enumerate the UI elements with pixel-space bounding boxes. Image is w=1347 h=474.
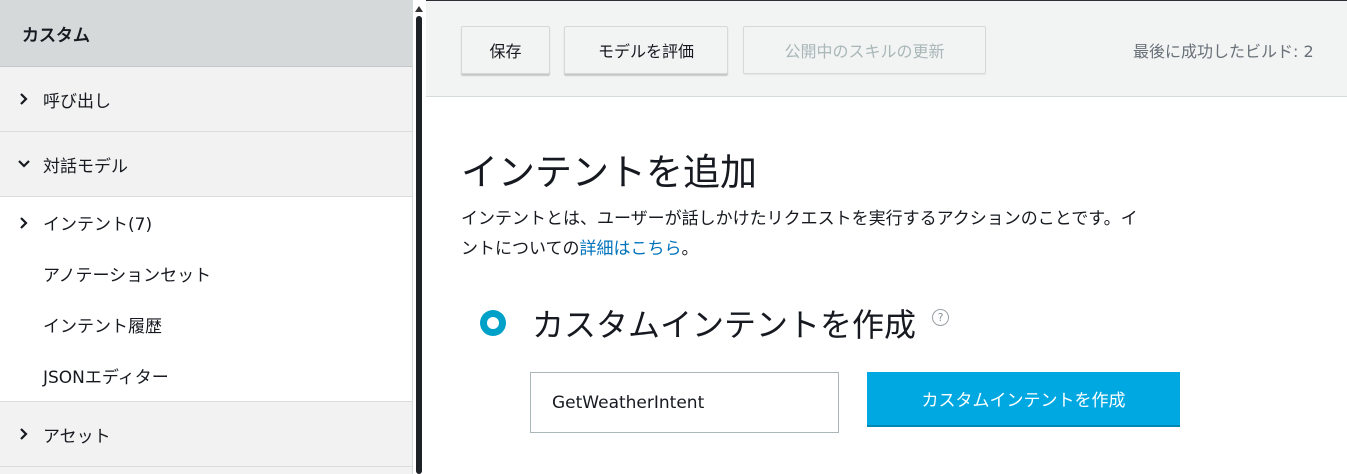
sidebar-item-intents[interactable]: インテント(7) <box>0 197 412 248</box>
scroll-thumb[interactable] <box>416 16 422 474</box>
last-build-status: 最後に成功したビルド: 2 <box>1133 42 1314 61</box>
intent-name-input[interactable] <box>530 372 839 433</box>
sidebar-item-annotation-sets[interactable]: アノテーションセット <box>0 248 412 299</box>
sidebar-item-interaction-model[interactable]: 対話モデル <box>0 132 412 197</box>
description-text: ントについての <box>461 239 580 259</box>
create-custom-intent-button[interactable]: カスタムインテントを作成 <box>867 372 1180 427</box>
learn-more-link[interactable]: 詳細はこちら <box>580 239 682 259</box>
chevron-down-icon <box>14 154 34 174</box>
sidebar-item-intent-history[interactable]: インテント履歴 <box>0 299 412 350</box>
sidebar-subitems: インテント(7) アノテーションセット インテント履歴 JSONエディター <box>0 197 412 402</box>
chevron-right-icon <box>14 424 34 444</box>
description-line: インテントとは、ユーザーが話しかけたリクエストを実行するアクションのことです。イ <box>461 209 1138 229</box>
toolbar: 保存 モデルを評価 公開中のスキルの更新 最後に成功したビルド: 2 <box>426 0 1347 97</box>
description-line: ントについての詳細はこちら。 <box>461 234 1347 264</box>
content-area: インテントを追加 インテントとは、ユーザーが話しかけたリクエストを実行するアクシ… <box>461 142 1347 264</box>
main-panel: 保存 モデルを評価 公開中のスキルの更新 最後に成功したビルド: 2 インテント… <box>426 0 1347 474</box>
sidebar-header: カスタム <box>0 0 412 67</box>
custom-intent-radio[interactable] <box>480 310 506 336</box>
sidebar-scrollbar[interactable] <box>413 0 426 474</box>
sidebar-item-label: 対話モデル <box>43 156 128 177</box>
update-live-skill-button[interactable]: 公開中のスキルの更新 <box>743 26 986 74</box>
sidebar-item-label: アセット <box>43 426 111 447</box>
sidebar-item-label: インテント(7) <box>43 215 153 235</box>
sidebar-item-json-editor[interactable]: JSONエディター <box>0 350 412 401</box>
chevron-right-icon <box>14 89 34 109</box>
sidebar-item-invocation[interactable]: 呼び出し <box>0 67 412 132</box>
chevron-right-icon <box>14 213 34 233</box>
sidebar-item-assets[interactable]: アセット <box>0 402 412 467</box>
page-description: インテントとは、ユーザーが話しかけたリクエストを実行するアクションのことです。イ… <box>461 204 1347 264</box>
evaluate-model-button[interactable]: モデルを評価 <box>564 26 728 74</box>
save-button[interactable]: 保存 <box>461 26 550 74</box>
help-icon[interactable]: ? <box>932 308 950 326</box>
scroll-up-arrow-icon[interactable] <box>415 6 423 12</box>
sidebar-item-label: 呼び出し <box>43 91 111 112</box>
custom-intent-option[interactable]: カスタムインテントを作成 ? <box>480 300 950 346</box>
page-title: インテントを追加 <box>461 151 757 194</box>
sidebar: カスタム 呼び出し 対話モデル インテント(7) アノテーションセット インテン… <box>0 0 413 474</box>
description-text: 。 <box>681 239 699 259</box>
custom-intent-option-label: カスタムインテントを作成 <box>532 306 917 344</box>
